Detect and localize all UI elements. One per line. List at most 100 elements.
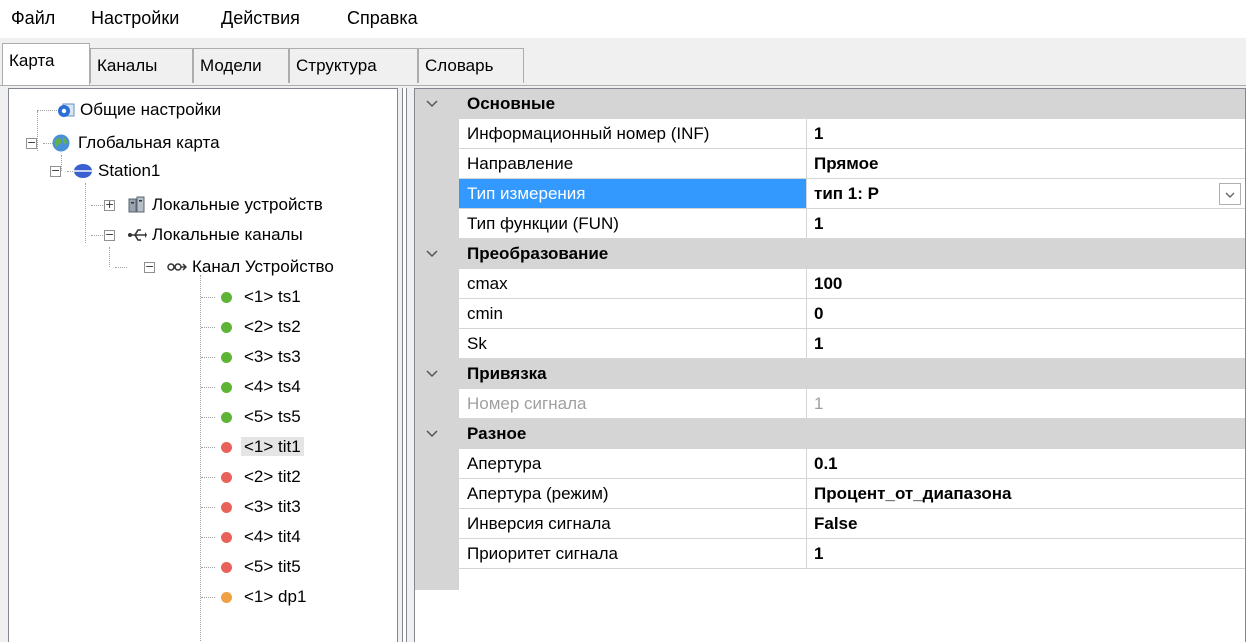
- prop-value[interactable]: 100: [807, 269, 1245, 299]
- prop-name: Инверсия сигнала: [459, 509, 807, 539]
- collapse-icon[interactable]: −: [50, 165, 61, 177]
- tree-label: <5> tit5: [244, 557, 301, 576]
- prop-value[interactable]: Процент_от_диапазона: [807, 479, 1245, 509]
- prop-value[interactable]: 1: [807, 209, 1245, 239]
- collapse-icon[interactable]: −: [26, 137, 37, 149]
- prop-name: Sk: [459, 329, 807, 359]
- expand-icon[interactable]: +: [104, 199, 115, 211]
- chevron-down-icon: [1225, 192, 1235, 198]
- menu-file[interactable]: Файл: [11, 8, 55, 29]
- prop-row-direction[interactable]: Направление Прямое: [459, 149, 1245, 179]
- status-dot-icon: [221, 292, 232, 303]
- prop-value[interactable]: 1: [807, 119, 1245, 149]
- tree-label: <2> tit2: [244, 467, 301, 486]
- prop-row-aperture-mode[interactable]: Апертура (режим) Процент_от_диапазона: [459, 479, 1245, 509]
- category-misc[interactable]: Разное: [415, 419, 1245, 449]
- tree-label: Локальные каналы: [152, 225, 303, 244]
- grid-margin: [415, 89, 459, 590]
- tree-node-signal[interactable]: <5> ts5: [221, 404, 304, 430]
- tree-node-signal[interactable]: <2> ts2: [221, 314, 304, 340]
- category-binding[interactable]: Привязка: [415, 359, 1245, 389]
- menu-help[interactable]: Справка: [347, 8, 418, 29]
- station-icon: [74, 164, 92, 178]
- prop-row-sk[interactable]: Sk 1: [459, 329, 1245, 359]
- usb-icon: [128, 229, 147, 241]
- prop-row-measure-type[interactable]: Тип измерения тип 1: P: [459, 179, 1245, 209]
- prop-row-signal-priority[interactable]: Приоритет сигнала 1: [459, 539, 1245, 569]
- prop-name: Направление: [459, 149, 807, 179]
- prop-name: Тип измерения: [459, 179, 807, 209]
- tree-node-signal[interactable]: <3> ts3: [221, 344, 304, 370]
- tree-label: <1> dp1: [244, 587, 307, 606]
- prop-row-signal-inversion[interactable]: Инверсия сигнала False: [459, 509, 1245, 539]
- tree-node-signal[interactable]: <1> ts1: [221, 284, 304, 310]
- prop-row-inf[interactable]: Информационный номер (INF) 1: [459, 119, 1245, 149]
- prop-value[interactable]: False: [807, 509, 1245, 539]
- tree-node-signal[interactable]: <1> dp1: [221, 584, 309, 610]
- prop-name: Апертура: [459, 449, 807, 479]
- property-grid[interactable]: Основные Информационный номер (INF) 1 На…: [414, 88, 1246, 642]
- tree-node-signal[interactable]: <2> tit2: [221, 464, 304, 490]
- tree-line: [201, 537, 215, 538]
- prop-row-signal-number[interactable]: Номер сигнала 1: [459, 389, 1245, 419]
- tree-node-signal[interactable]: <3> tit3: [221, 494, 304, 520]
- tree-line: [201, 297, 215, 298]
- prop-value[interactable]: тип 1: P: [807, 179, 1245, 209]
- tree-label: <2> ts2: [244, 317, 301, 336]
- prop-value[interactable]: 1: [807, 539, 1245, 569]
- tree-label: <5> ts5: [244, 407, 301, 426]
- globe-icon: [52, 134, 70, 152]
- category-conversion[interactable]: Преобразование: [415, 239, 1245, 269]
- status-dot-icon: [221, 412, 232, 423]
- tab-models[interactable]: Модели: [193, 48, 289, 83]
- tree-label: <3> ts3: [244, 347, 301, 366]
- splitter[interactable]: [402, 88, 407, 642]
- tree-node-local-channels[interactable]: Локальные каналы: [127, 222, 306, 248]
- tree-label: <4> tit4: [244, 527, 301, 546]
- tree-line: [201, 327, 215, 328]
- prop-row-cmin[interactable]: cmin 0: [459, 299, 1245, 329]
- tree-node-signal[interactable]: <4> ts4: [221, 374, 304, 400]
- tree-label: <1> ts1: [244, 287, 301, 306]
- tab-structure[interactable]: Структура: [289, 48, 418, 83]
- tree-node-global-map[interactable]: Глобальная карта: [51, 130, 223, 156]
- prop-value[interactable]: Прямое: [807, 149, 1245, 179]
- prop-row-aperture[interactable]: Апертура 0.1: [459, 449, 1245, 479]
- prop-value[interactable]: 0: [807, 299, 1245, 329]
- status-dot-icon: [221, 322, 232, 333]
- status-dot-icon: [221, 442, 232, 453]
- menu-settings[interactable]: Настройки: [91, 8, 179, 29]
- tree-node-device-channel[interactable]: Канал Устройство: [167, 254, 337, 280]
- category-basic[interactable]: Основные: [415, 89, 1245, 119]
- dropdown-button[interactable]: [1219, 183, 1241, 205]
- tab-dictionary[interactable]: Словарь: [418, 48, 524, 83]
- prop-name: Приоритет сигнала: [459, 539, 807, 569]
- tree-line: [201, 357, 215, 358]
- tree-node-general-settings[interactable]: Общие настройки: [57, 97, 224, 123]
- status-dot-icon: [221, 382, 232, 393]
- tree-line: [201, 477, 215, 478]
- map-tree[interactable]: Общие настройки − Глобальная карта − Sta…: [8, 88, 398, 642]
- tree-node-signal[interactable]: <4> tit4: [221, 524, 304, 550]
- status-dot-icon: [221, 502, 232, 513]
- tree-node-local-devices[interactable]: Локальные устройств: [127, 192, 326, 218]
- category-title: Преобразование: [467, 244, 609, 263]
- tree-line: [201, 387, 215, 388]
- tree-line: [85, 183, 86, 243]
- prop-value[interactable]: 1: [807, 329, 1245, 359]
- prop-row-function-type[interactable]: Тип функции (FUN) 1: [459, 209, 1245, 239]
- tab-map[interactable]: Карта: [2, 43, 90, 85]
- tree-node-signal[interactable]: <5> tit5: [221, 554, 304, 580]
- menu-actions[interactable]: Действия: [221, 8, 300, 29]
- tree-node-station[interactable]: Station1: [73, 158, 163, 184]
- tab-channels[interactable]: Каналы: [90, 48, 193, 83]
- collapse-icon[interactable]: −: [144, 261, 155, 273]
- chevron-down-icon: [426, 430, 438, 438]
- tree-node-signal[interactable]: <1> tit1: [221, 434, 304, 460]
- prop-row-cmax[interactable]: cmax 100: [459, 269, 1245, 299]
- prop-name: Информационный номер (INF): [459, 119, 807, 149]
- tree-label: Канал Устройство: [192, 257, 334, 276]
- category-title: Основные: [467, 94, 556, 113]
- collapse-icon[interactable]: −: [104, 229, 115, 241]
- prop-value[interactable]: 0.1: [807, 449, 1245, 479]
